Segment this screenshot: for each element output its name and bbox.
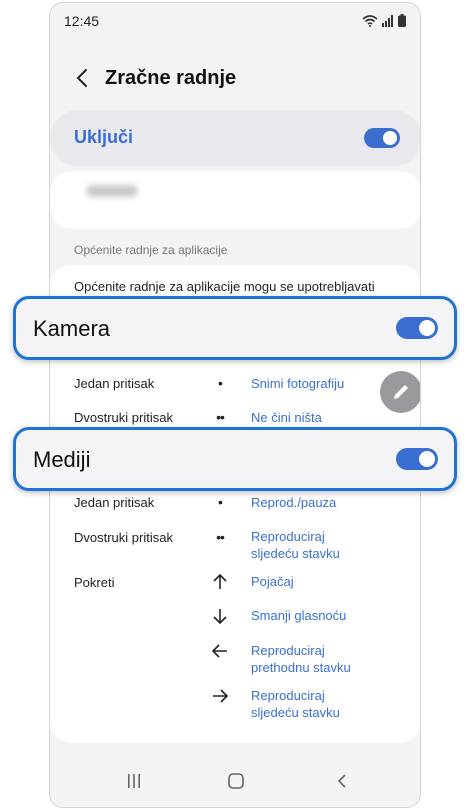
media-label: Mediji: [33, 447, 91, 472]
camera-row-action[interactable]: Snimi fotografiju: [251, 375, 344, 392]
media-row-action[interactable]: Reprod./pauza: [251, 494, 336, 511]
arrow-up-icon: [213, 573, 227, 589]
action-line: Pojačaj: [251, 574, 294, 589]
camera-label: Kamera: [33, 316, 111, 341]
pencil-icon: [394, 385, 408, 399]
action-line: Smanji glasnoću: [251, 608, 347, 623]
single-dot-icon: •: [218, 494, 223, 510]
recents-button[interactable]: [122, 769, 146, 793]
battery-icon: [398, 14, 406, 27]
action-line: Reproduciraj: [251, 688, 325, 703]
toggle-knob: [419, 320, 435, 336]
motion-action[interactable]: Reproduciraj sljedeću stavku: [251, 687, 340, 721]
single-dot-icon: •: [218, 375, 223, 391]
double-dot-icon: ••: [216, 529, 225, 545]
page-header: Zračne radnje: [50, 58, 420, 102]
back-button[interactable]: [70, 66, 94, 90]
section-label: Općenite radnje za aplikacije: [74, 243, 228, 257]
double-dot-icon: ••: [216, 409, 225, 425]
motion-action[interactable]: Reproduciraj prethodnu stavku: [251, 642, 351, 676]
description-text: Općenite radnje za aplikacije mogu se up…: [74, 279, 375, 294]
toggle-knob: [419, 451, 435, 467]
nav-back-button[interactable]: [330, 769, 354, 793]
media-callout[interactable]: Mediji: [13, 427, 457, 491]
master-switch-label: Uključi: [74, 127, 134, 147]
action-line: sljedeću stavku: [251, 705, 340, 720]
media-row-gesture: Dvostruki pritisak: [74, 530, 173, 545]
action-line: Reproduciraj: [251, 529, 325, 544]
home-button[interactable]: [224, 769, 248, 793]
blurred-setting-card[interactable]: [50, 171, 420, 229]
status-time: 12:45: [64, 13, 100, 29]
chevron-left-icon: [76, 69, 87, 87]
edit-button[interactable]: [380, 371, 420, 413]
status-bar: 12:45: [50, 3, 420, 37]
master-switch-card[interactable]: Uključi: [50, 110, 420, 166]
status-icons: [362, 14, 406, 27]
toggle-knob: [383, 131, 397, 145]
wifi-icon: [362, 14, 378, 27]
navigation-bar: [50, 755, 420, 807]
recents-icon: [128, 774, 140, 788]
action-line: prethodnu stavku: [251, 660, 351, 675]
motion-action[interactable]: Pojačaj: [251, 573, 294, 590]
motion-action[interactable]: Smanji glasnoću: [251, 607, 346, 624]
media-row-action[interactable]: Reproduciraj sljedeću stavku: [251, 528, 340, 562]
master-toggle[interactable]: [364, 128, 400, 148]
arrow-right-icon: [213, 689, 229, 703]
blurred-text: [86, 185, 138, 197]
media-row-gesture: Jedan pritisak: [74, 495, 155, 510]
media-toggle[interactable]: [396, 448, 438, 470]
camera-callout[interactable]: Kamera: [13, 296, 457, 360]
arrow-left-icon: [211, 644, 227, 658]
phone-screen: 12:45 Zračne radnje Uključi Općenite rad…: [49, 2, 421, 808]
action-line: Reproduciraj: [251, 643, 325, 658]
camera-row-gesture: Dvostruki pritisak: [74, 410, 173, 425]
camera-row-gesture: Jedan pritisak: [74, 376, 155, 391]
action-line: sljedeću stavku: [251, 546, 340, 561]
camera-row-action[interactable]: Ne čini ništa: [251, 409, 322, 426]
home-icon: [228, 773, 244, 789]
back-icon: [337, 774, 346, 788]
camera-toggle[interactable]: [396, 317, 438, 339]
page-title: Zračne radnje: [105, 67, 237, 89]
motions-label: Pokreti: [74, 575, 115, 590]
arrow-down-icon: [213, 609, 227, 625]
signal-icon: [382, 14, 394, 27]
